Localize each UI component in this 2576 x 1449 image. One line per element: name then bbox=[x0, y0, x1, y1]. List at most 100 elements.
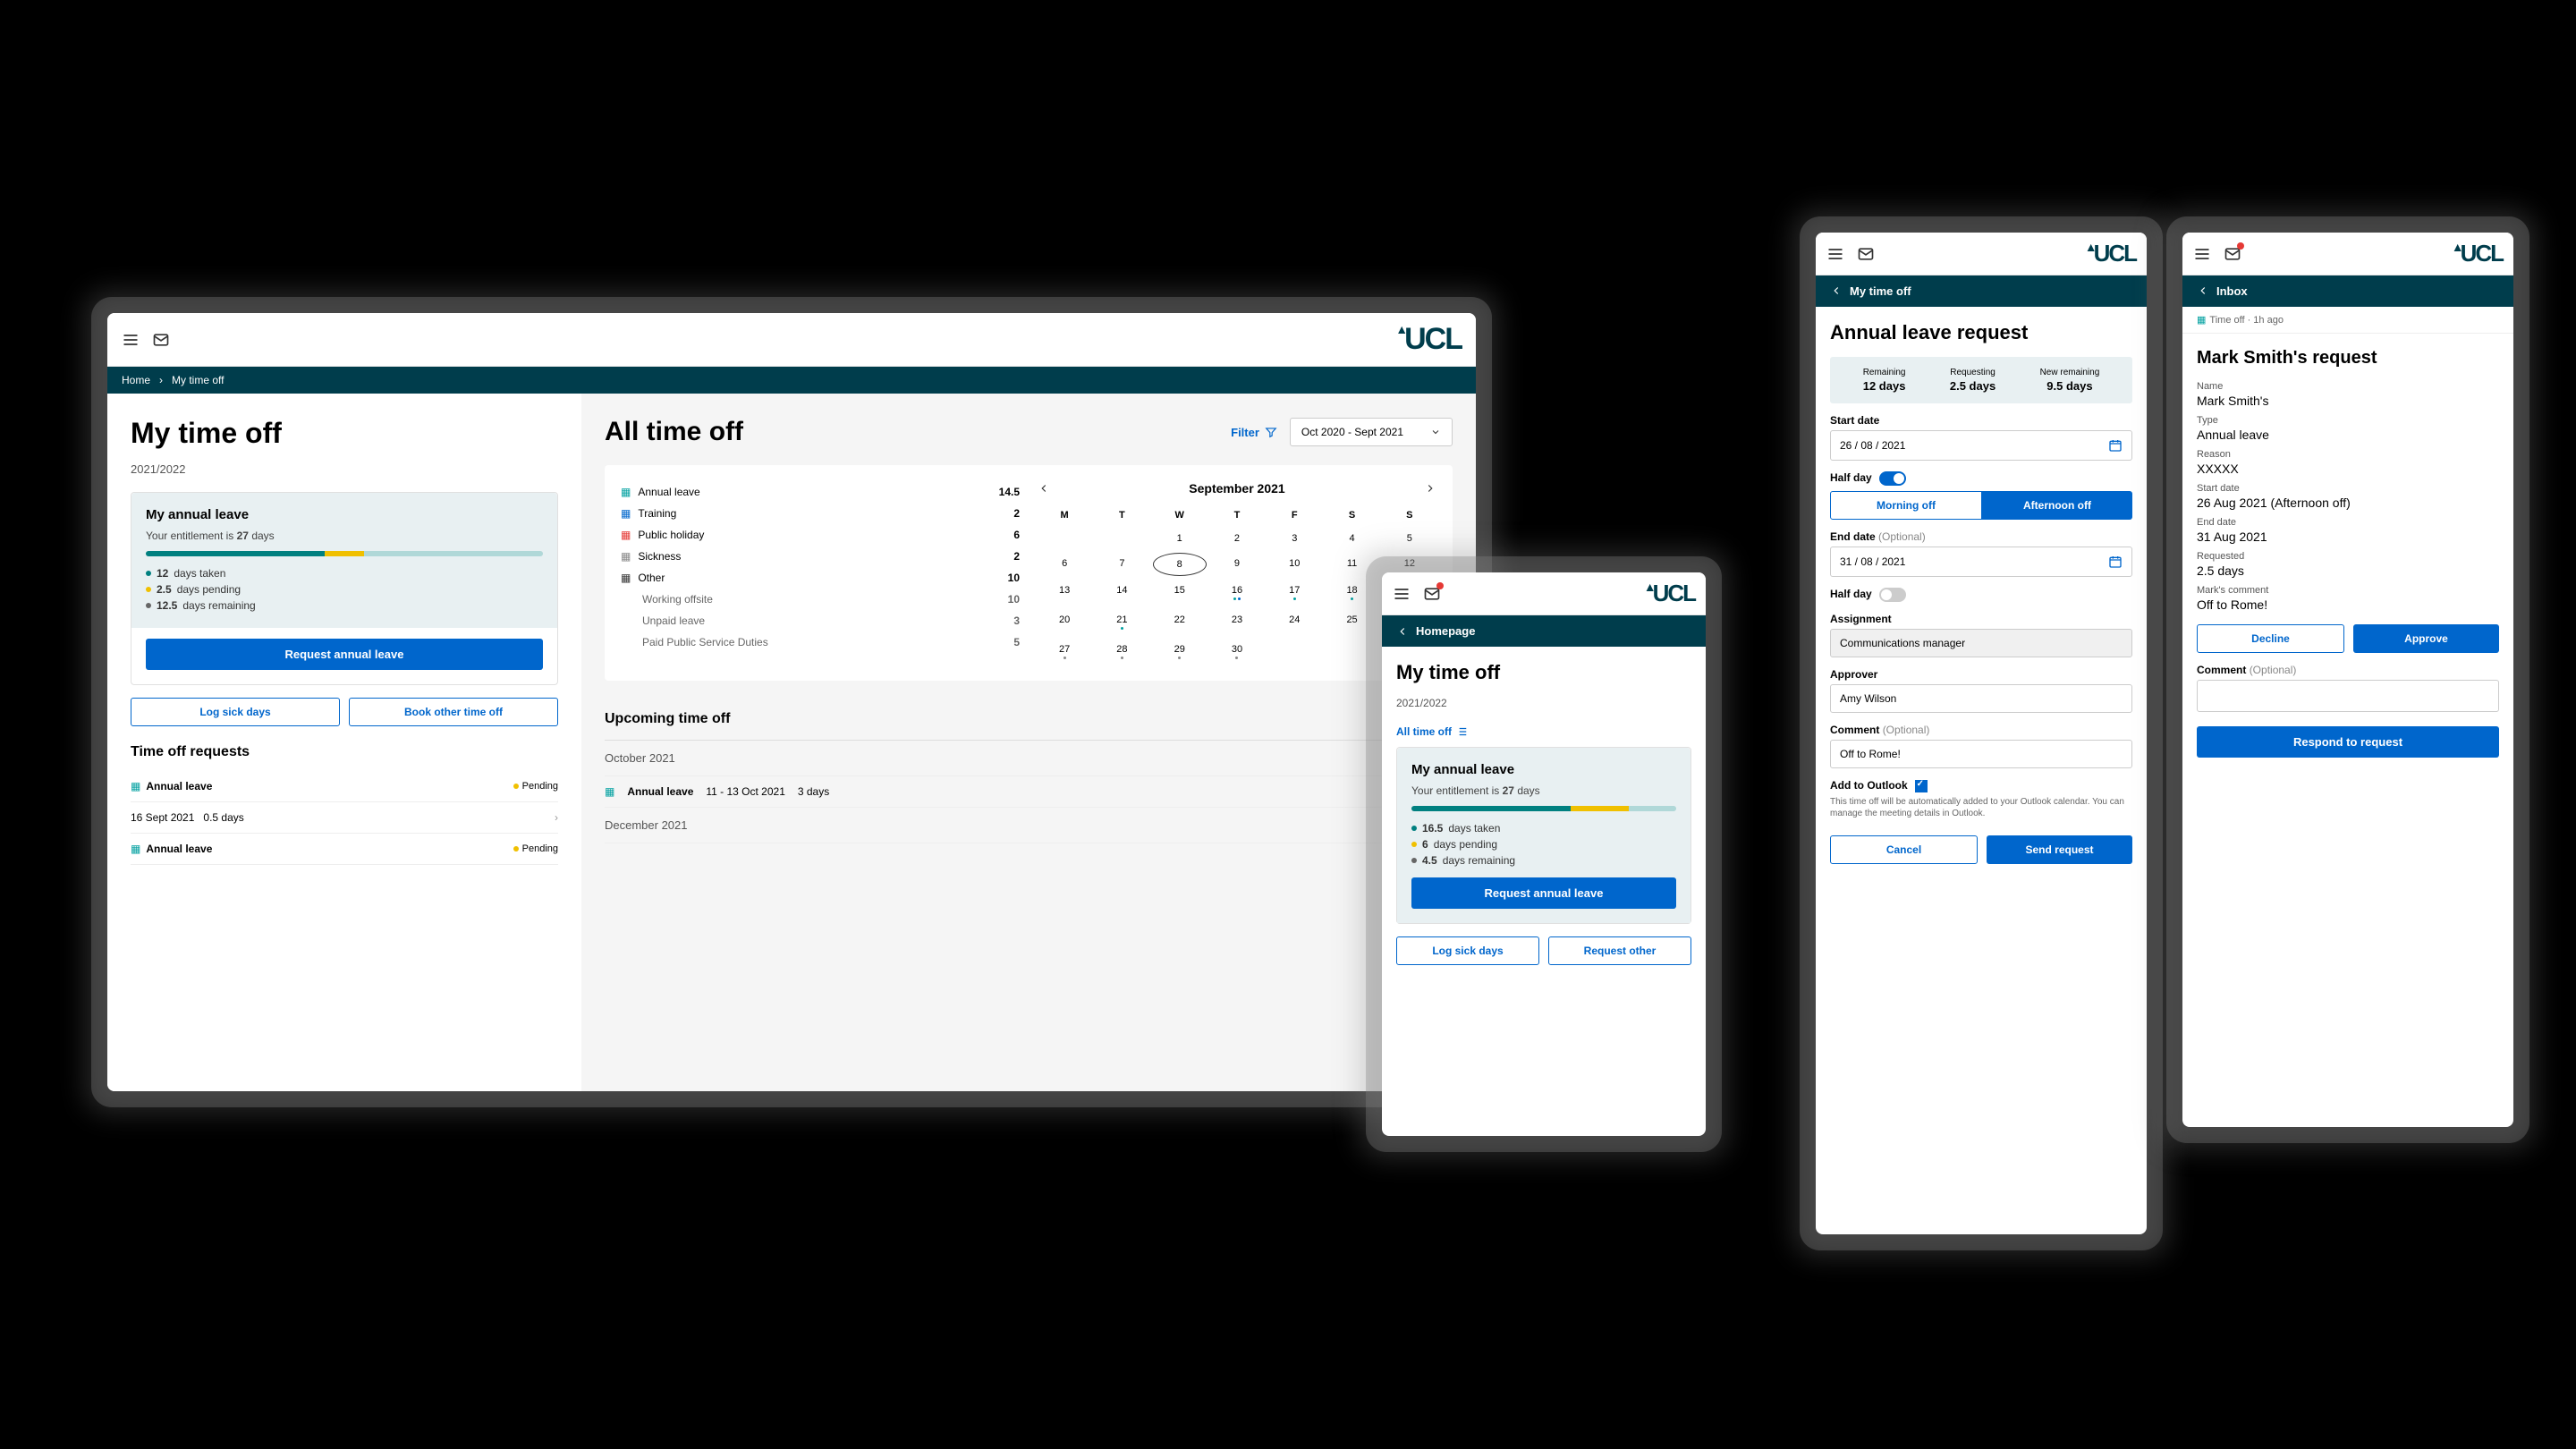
calendar-day[interactable]: 29 bbox=[1153, 639, 1207, 665]
breadcrumb: Home › My time off bbox=[107, 367, 1476, 394]
mail-icon[interactable] bbox=[1857, 245, 1875, 263]
stat-taken: 12 days taken bbox=[146, 565, 543, 581]
logo: ▲UCL bbox=[1644, 580, 1695, 607]
summary-cell: New remaining9.5 days bbox=[2040, 368, 2100, 393]
calendar-day bbox=[1038, 528, 1091, 549]
filter-button[interactable]: Filter bbox=[1231, 426, 1277, 439]
calendar-day[interactable]: 16 bbox=[1210, 580, 1264, 606]
prev-month-icon[interactable] bbox=[1038, 482, 1050, 495]
start-date-label: Start date bbox=[1830, 414, 2132, 427]
calendar-day[interactable]: 5 bbox=[1383, 528, 1436, 549]
calendar-day[interactable]: 8 bbox=[1153, 553, 1207, 576]
calendar-day[interactable]: 24 bbox=[1267, 609, 1321, 635]
calendar-day[interactable]: 15 bbox=[1153, 580, 1207, 606]
afternoon-button[interactable]: Afternoon off bbox=[1982, 491, 2132, 520]
request-leave-button[interactable]: Request annual leave bbox=[146, 639, 543, 670]
calendar-day[interactable]: 17 bbox=[1267, 580, 1321, 606]
mail-icon[interactable] bbox=[2224, 245, 2241, 263]
calendar-day[interactable]: 21 bbox=[1095, 609, 1148, 635]
calendar-day[interactable]: 20 bbox=[1038, 609, 1091, 635]
comment-input[interactable]: Off to Rome! bbox=[1830, 740, 2132, 768]
inbox-meta: ▦Time off · 1h ago bbox=[2182, 307, 2513, 334]
calendar-day[interactable]: 4 bbox=[1325, 528, 1378, 549]
entitlement-text: Your entitlement is 27 days bbox=[146, 530, 543, 542]
progress-bar bbox=[146, 551, 543, 556]
calendar-day[interactable]: 7 bbox=[1095, 553, 1148, 576]
calendar-day[interactable]: 18 bbox=[1325, 580, 1378, 606]
stat-pending: 2.5 days pending bbox=[146, 581, 543, 597]
legend-sub: Paid Public Service Duties5 bbox=[621, 631, 1020, 653]
calendar-day[interactable]: 14 bbox=[1095, 580, 1148, 606]
approver-input[interactable]: Amy Wilson bbox=[1830, 684, 2132, 713]
comment-input[interactable] bbox=[2197, 680, 2499, 712]
request-detail: 16 Sept 2021 0.5 days› bbox=[131, 802, 558, 834]
mobile-approval: ▲UCL Inbox ▦Time off · 1h ago Mark Smith… bbox=[2182, 233, 2513, 1127]
calendar-day[interactable]: 22 bbox=[1153, 609, 1207, 635]
request-other-button[interactable]: Request other bbox=[1548, 936, 1691, 965]
calendar-day bbox=[1267, 639, 1321, 665]
calendar-day[interactable]: 13 bbox=[1038, 580, 1091, 606]
dow-header: T bbox=[1210, 506, 1264, 524]
date-range-select[interactable]: Oct 2020 - Sept 2021 bbox=[1290, 418, 1453, 446]
log-sick-button[interactable]: Log sick days bbox=[1396, 936, 1539, 965]
breadcrumb-home[interactable]: Home bbox=[122, 374, 150, 386]
upcoming-heading[interactable]: Upcoming time off bbox=[605, 699, 1453, 741]
log-sick-button[interactable]: Log sick days bbox=[131, 698, 340, 726]
half-day-toggle-2[interactable] bbox=[1879, 588, 1906, 602]
request-item[interactable]: ▦Annual leavePending bbox=[131, 771, 558, 802]
assignment-input: Communications manager bbox=[1830, 629, 2132, 657]
menu-icon[interactable] bbox=[1393, 585, 1411, 603]
stat-remaining: 12.5 days remaining bbox=[146, 597, 543, 614]
calendar-day[interactable]: 9 bbox=[1210, 553, 1264, 576]
morning-button[interactable]: Morning off bbox=[1830, 491, 1982, 520]
detail-field: Start date26 Aug 2021 (Afternoon off) bbox=[2197, 483, 2499, 510]
approve-button[interactable]: Approve bbox=[2353, 624, 2499, 653]
outlook-checkbox[interactable] bbox=[1915, 780, 1928, 792]
calendar-day[interactable]: 28 bbox=[1095, 639, 1148, 665]
send-request-button[interactable]: Send request bbox=[1987, 835, 2132, 864]
half-day-toggle[interactable] bbox=[1879, 471, 1906, 486]
back-link[interactable]: Homepage bbox=[1396, 624, 1475, 638]
calendar: September 2021 MTWTFSS123456789101112131… bbox=[1038, 481, 1436, 665]
comment-label: Comment (Optional) bbox=[2197, 664, 2499, 676]
calendar-day[interactable]: 27 bbox=[1038, 639, 1091, 665]
detail-field: TypeAnnual leave bbox=[2197, 415, 2499, 442]
desktop-window: ▲UCL Home › My time off My time off 2021… bbox=[107, 313, 1476, 1091]
calendar-day[interactable]: 10 bbox=[1267, 553, 1321, 576]
calendar-icon bbox=[2108, 438, 2123, 453]
menu-icon[interactable] bbox=[2193, 245, 2211, 263]
mail-icon[interactable] bbox=[1423, 585, 1441, 603]
end-date-input[interactable]: 31 / 08 / 2021 bbox=[1830, 547, 2132, 577]
calendar-day[interactable]: 23 bbox=[1210, 609, 1264, 635]
detail-field: End date31 Aug 2021 bbox=[2197, 517, 2499, 544]
start-date-input[interactable]: 26 / 08 / 2021 bbox=[1830, 430, 2132, 461]
back-link[interactable]: My time off bbox=[1830, 284, 1911, 298]
request-item[interactable]: ▦Annual leavePending bbox=[131, 834, 558, 865]
menu-icon[interactable] bbox=[122, 331, 140, 349]
upcoming-event[interactable]: ▦ Annual leave 11 - 13 Oct 2021 3 days › bbox=[605, 776, 1453, 808]
header: ▲UCL bbox=[107, 313, 1476, 367]
book-other-button[interactable]: Book other time off bbox=[349, 698, 558, 726]
all-time-off-link[interactable]: All time off bbox=[1396, 725, 1691, 738]
calendar-day[interactable]: 6 bbox=[1038, 553, 1091, 576]
calendar-day[interactable]: 1 bbox=[1153, 528, 1207, 549]
calendar-day[interactable]: 2 bbox=[1210, 528, 1264, 549]
card-title: My annual leave bbox=[146, 507, 543, 522]
calendar-day[interactable]: 11 bbox=[1325, 553, 1378, 576]
menu-icon[interactable] bbox=[1826, 245, 1844, 263]
calendar-day[interactable]: 30 bbox=[1210, 639, 1264, 665]
cancel-button[interactable]: Cancel bbox=[1830, 835, 1978, 864]
calendar-day[interactable]: 25 bbox=[1325, 609, 1378, 635]
outlook-label: Add to Outlook bbox=[1830, 779, 2132, 792]
calendar-day[interactable]: 3 bbox=[1267, 528, 1321, 549]
calendar-day bbox=[1325, 639, 1378, 665]
legend-row: ▦Training2 bbox=[621, 503, 1020, 524]
logo: ▲UCL bbox=[1395, 322, 1462, 357]
back-link[interactable]: Inbox bbox=[2197, 284, 2248, 298]
mail-icon[interactable] bbox=[152, 331, 170, 349]
respond-button[interactable]: Respond to request bbox=[2197, 726, 2499, 758]
request-leave-button[interactable]: Request annual leave bbox=[1411, 877, 1676, 909]
next-month-icon[interactable] bbox=[1424, 482, 1436, 495]
decline-button[interactable]: Decline bbox=[2197, 624, 2344, 653]
dow-header: S bbox=[1325, 506, 1378, 524]
